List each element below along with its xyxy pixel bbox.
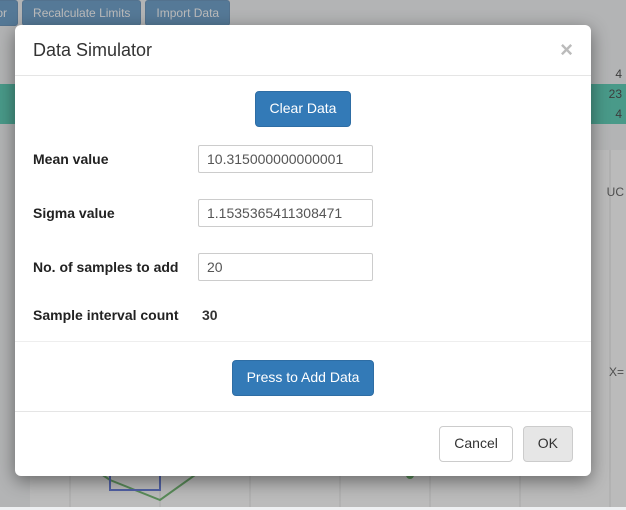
modal-header: Data Simulator × <box>15 25 591 76</box>
modal-body: Clear Data Mean value Sigma value No. of… <box>15 76 591 411</box>
data-simulator-modal: Data Simulator × Clear Data Mean value S… <box>15 25 591 476</box>
ok-button[interactable]: OK <box>523 426 573 462</box>
sigma-label: Sigma value <box>33 205 198 221</box>
mean-input[interactable] <box>198 145 373 173</box>
sigma-input[interactable] <box>198 199 373 227</box>
samples-label: No. of samples to add <box>33 259 198 275</box>
close-icon[interactable]: × <box>560 39 573 61</box>
mean-label: Mean value <box>33 151 198 167</box>
cancel-button[interactable]: Cancel <box>439 426 513 462</box>
interval-label: Sample interval count <box>33 307 198 323</box>
clear-data-button[interactable]: Clear Data <box>255 91 352 127</box>
add-data-button[interactable]: Press to Add Data <box>232 360 375 396</box>
samples-input[interactable] <box>198 253 373 281</box>
modal-title: Data Simulator <box>33 40 152 61</box>
modal-footer: Cancel OK <box>15 411 591 476</box>
interval-value: 30 <box>198 307 218 323</box>
